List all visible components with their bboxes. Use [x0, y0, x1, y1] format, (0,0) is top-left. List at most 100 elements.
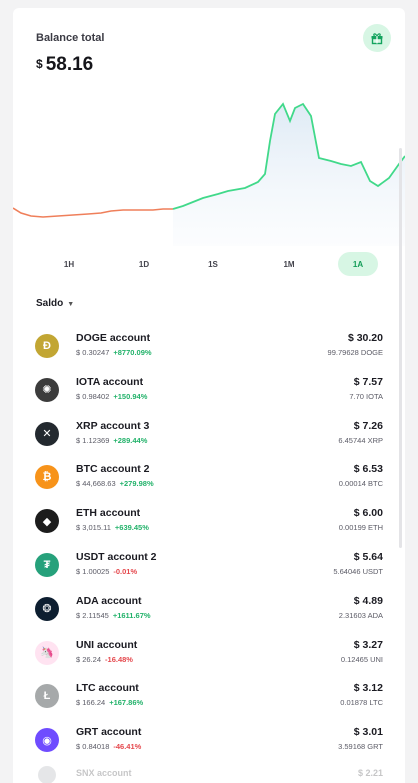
account-quantity: 3.59168 GRT [338, 742, 383, 752]
currency-symbol: $ [36, 57, 43, 71]
account-change: -46.41% [113, 742, 142, 752]
grt-icon: ◉ [35, 728, 59, 753]
scrollbar[interactable] [399, 148, 402, 548]
doge-icon: Ð [35, 334, 59, 358]
account-quantity: 0.00199 ETH [338, 523, 383, 533]
account-price-line: $ 0.98402 +150.94% [76, 392, 147, 401]
range-tab-1a[interactable]: 1A [338, 252, 378, 276]
list-item[interactable]: Ł LTC account $ 166.24 +167.86% $ 3.12 0.0187… [13, 674, 405, 718]
account-price: $ 2.11545 [76, 610, 109, 620]
account-price: $ 44,668.63 [76, 479, 116, 489]
account-change: -16.48% [105, 654, 133, 664]
time-range-selector: 1H 1D 1S 1M 1A [13, 252, 405, 278]
gift-icon [371, 33, 383, 45]
list-item[interactable]: ✕ XRP account 3 $ 1.12369 +289.44% $ 7.26 6.4… [13, 412, 405, 456]
account-quantity: 0.01878 LTC [340, 698, 383, 708]
account-price-line: $ 0.30247 +8770.09% [76, 348, 152, 357]
account-price: $ 1.12369 [76, 435, 110, 445]
gift-button[interactable] [363, 24, 391, 52]
list-item-faded[interactable]: SNX account $ 2.21 [13, 766, 405, 783]
account-change: +639.45% [114, 523, 149, 533]
account-value: $ 6.53 [353, 463, 383, 476]
list-item[interactable]: ◉ GRT account $ 0.84018 -46.41% $ 3.01 3.5916… [13, 718, 405, 762]
chart-area [173, 104, 405, 246]
list-item[interactable]: ◆ ETH account $ 3,015.11 +639.45% $ 6.00 0.00… [13, 499, 405, 543]
saldo-sort-dropdown[interactable]: Saldo ▼ [36, 298, 74, 309]
account-quantity: 5.64046 USDT [333, 566, 383, 576]
account-quantity: 0.00014 BTC [338, 479, 383, 489]
account-price-line: $ 3,015.11 +639.45% [76, 523, 149, 532]
account-value: $ 4.89 [353, 594, 383, 607]
account-value: $ 2.21 [357, 768, 383, 778]
range-tab-1h[interactable]: 1H [49, 252, 89, 276]
saldo-label: Saldo [36, 298, 64, 309]
uni-icon: 🦄 [35, 640, 59, 665]
account-change: -0.01% [113, 566, 138, 576]
account-name: XRP account 3 [76, 419, 150, 432]
snx-icon [38, 766, 56, 783]
account-price: $ 3,015.11 [76, 523, 111, 533]
account-quantity: 6.45744 XRP [338, 435, 383, 445]
account-quantity: 99.79628 DOGE [327, 348, 383, 357]
account-price-line: $ 1.00025 -0.01% [76, 567, 137, 576]
range-tab-1s[interactable]: 1S [193, 252, 233, 276]
account-price: $ 26.24 [76, 654, 102, 664]
account-change: +150.94% [113, 391, 148, 401]
account-price-line: $ 0.84018 -46.41% [76, 742, 141, 751]
account-name: USDT account 2 [76, 550, 157, 563]
account-value: $ 30.20 [347, 332, 383, 344]
list-item[interactable]: ❂ ADA account $ 2.11545 +1611.67% $ 4.89 2.31… [13, 587, 405, 631]
account-price: $ 0.98402 [76, 391, 110, 401]
balance-value: 58.16 [45, 54, 94, 75]
list-item[interactable]: ₿ BTC account 2 $ 44,668.63 +279.98% $ 6.53 0… [13, 455, 405, 499]
list-item[interactable]: ₮ USDT account 2 $ 1.00025 -0.01% $ 5.64 5.64… [13, 543, 405, 587]
account-price-line: $ 44,668.63 +279.98% [76, 479, 154, 488]
account-price: $ 166.24 [76, 698, 106, 708]
usdt-icon: ₮ [35, 552, 59, 577]
account-quantity: 0.12465 UNI [340, 654, 383, 664]
account-price-line: $ 1.12369 +289.44% [76, 436, 147, 445]
account-name: ADA account [76, 594, 142, 607]
account-quantity: 7.70 IOTA [349, 391, 383, 401]
ltc-icon: Ł [35, 684, 59, 709]
account-name: BTC account 2 [76, 463, 150, 476]
xrp-icon: ✕ [35, 421, 59, 446]
btc-icon: ₿ [35, 465, 59, 490]
balance-title: Balance total [36, 32, 105, 44]
list-item[interactable]: Ð DOGE account $ 0.30247 +8770.09% $ 30.20 99… [13, 324, 405, 368]
account-price: $ 0.30247 [76, 348, 110, 357]
account-value: $ 6.00 [353, 507, 383, 520]
account-price-line: $ 166.24 +167.86% [76, 698, 143, 707]
account-value: $ 3.27 [353, 638, 383, 651]
balance-card: Balance total $58.16 1H 1D 1S 1M 1A Saldo ▼ Ð… [13, 8, 405, 783]
account-change: +8770.09% [113, 348, 152, 357]
range-tab-1d[interactable]: 1D [124, 252, 164, 276]
account-name: ETH account [76, 507, 141, 520]
range-tab-1m[interactable]: 1M [269, 252, 309, 276]
account-change: +279.98% [119, 479, 154, 489]
account-name: IOTA account [76, 375, 144, 388]
account-change: +1611.67% [112, 610, 151, 620]
account-price-line: $ 26.24 -16.48% [76, 655, 133, 664]
account-change: +167.86% [109, 698, 144, 708]
account-name: GRT account [76, 726, 142, 739]
account-quantity: 2.31603 ADA [338, 610, 383, 620]
list-item[interactable]: ✺ IOTA account $ 0.98402 +150.94% $ 7.57 7.70… [13, 368, 405, 412]
account-price-line: $ 2.11545 +1611.67% [76, 611, 151, 620]
account-value: $ 7.26 [353, 419, 383, 432]
chevron-down-icon: ▼ [67, 301, 75, 308]
account-name: UNI account [76, 638, 138, 651]
ada-icon: ❂ [35, 596, 59, 621]
account-value: $ 3.12 [353, 682, 383, 695]
account-value: $ 5.64 [353, 550, 383, 563]
list-item[interactable]: 🦄 UNI account $ 26.24 -16.48% $ 3.27 0.12465 … [13, 631, 405, 675]
account-price: $ 0.84018 [76, 742, 110, 752]
chart-loss-line [13, 207, 173, 218]
balance-amount: $58.16 [36, 54, 93, 76]
balance-chart [13, 102, 405, 246]
iota-icon: ✺ [35, 377, 59, 402]
account-name: DOGE account [76, 332, 151, 344]
account-name: SNX account [76, 768, 132, 778]
account-list: Ð DOGE account $ 0.30247 +8770.09% $ 30.20 99… [13, 324, 405, 762]
account-change: +289.44% [113, 435, 148, 445]
